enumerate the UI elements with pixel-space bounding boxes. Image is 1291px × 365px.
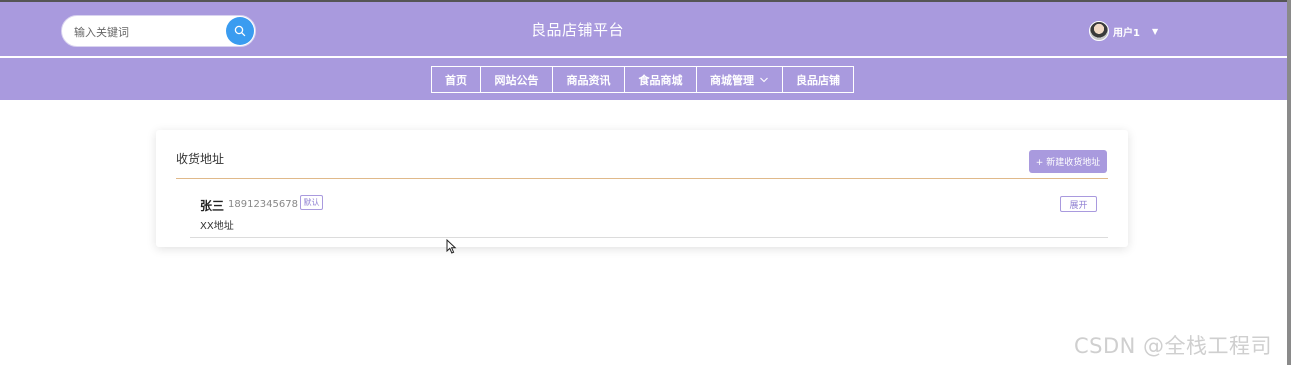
address-divider — [190, 237, 1108, 238]
site-header: 良品店铺平台 用户1 ▼ 首页 网站公告 商品资讯 食品商城 商城管理 良品店铺 — [0, 2, 1287, 100]
mouse-pointer-icon — [446, 239, 457, 254]
card-title: 收货地址 — [176, 152, 225, 166]
watermark: CSDN @全栈工程司 — [1074, 334, 1273, 358]
add-address-button[interactable]: + 新建收货地址 — [1029, 150, 1107, 173]
default-badge: 默认 — [300, 195, 323, 210]
address-card: 收货地址 + 新建收货地址 张三 18912345678 默认 展开 XX地址 — [156, 130, 1128, 247]
expand-button[interactable]: 展开 — [1060, 196, 1097, 212]
scrollbar[interactable] — [1287, 0, 1291, 365]
user-menu[interactable]: 用户1 ▼ — [1089, 20, 1158, 42]
nav-item-label: 食品商城 — [638, 73, 683, 87]
main-nav: 首页 网站公告 商品资讯 食品商城 商城管理 良品店铺 — [431, 66, 854, 93]
nav-item-mall-management[interactable]: 商城管理 — [696, 66, 783, 93]
caret-down-icon: ▼ — [1151, 26, 1159, 36]
nav-item-announcements[interactable]: 网站公告 — [480, 66, 553, 93]
title-divider — [176, 178, 1108, 179]
nav-item-label: 网站公告 — [494, 73, 539, 87]
nav-item-food-mall[interactable]: 食品商城 — [624, 66, 697, 93]
site-title: 良品店铺平台 — [530, 21, 624, 39]
recipient-phone: 18912345678 — [228, 199, 298, 210]
address-detail: XX地址 — [200, 221, 234, 232]
header-divider — [0, 56, 1287, 58]
chevron-down-icon — [760, 77, 768, 82]
user-name: 用户1 — [1113, 27, 1140, 39]
nav-item-label: 商城管理 — [710, 73, 754, 87]
nav-item-home[interactable]: 首页 — [431, 66, 481, 93]
recipient-name: 张三 — [200, 199, 225, 213]
nav-item-label: 首页 — [445, 73, 467, 87]
avatar — [1089, 21, 1109, 41]
nav-item-label: 良品店铺 — [796, 73, 840, 87]
nav-item-good-shop[interactable]: 良品店铺 — [782, 66, 854, 93]
nav-item-label: 商品资讯 — [566, 73, 611, 87]
nav-item-product-news[interactable]: 商品资讯 — [552, 66, 625, 93]
